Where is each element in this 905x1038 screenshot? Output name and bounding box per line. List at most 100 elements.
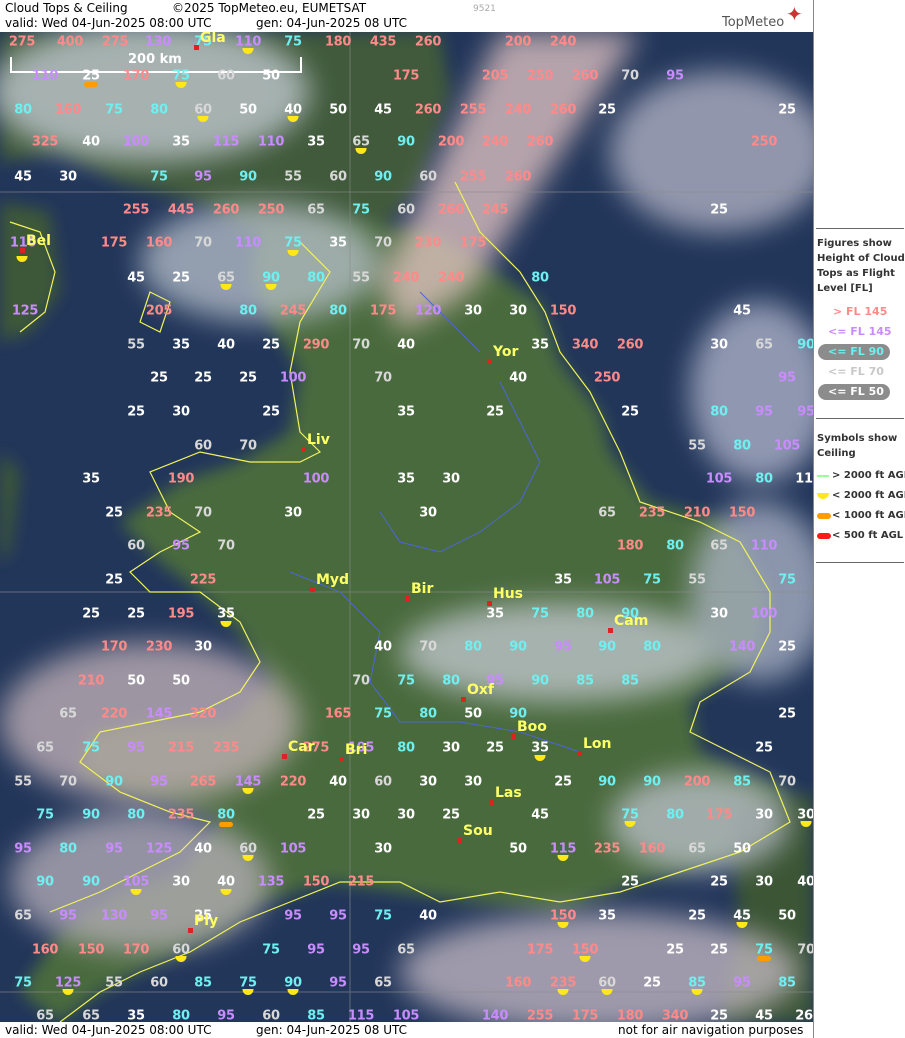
cloud-top-label: 85	[688, 975, 706, 991]
cloud-top-label: 30	[352, 807, 370, 823]
cloud-top-label: 90	[531, 673, 549, 689]
cloud-top-label: 60	[239, 841, 257, 857]
cloud-top-label: 80	[666, 538, 684, 554]
cloud-top-label: 25	[127, 404, 145, 420]
cloud-top-label: 50	[509, 841, 527, 857]
cloud-top-label: 40	[797, 874, 813, 890]
cloud-top-label: 70	[217, 538, 235, 554]
cloud-top-label: 30	[194, 639, 212, 655]
cloud-top-label: 85	[733, 774, 751, 790]
cloud-top-label: 135	[257, 874, 285, 890]
city-dot-icon	[20, 248, 25, 253]
cloud-top-label: 60	[127, 538, 145, 554]
cloud-top-label: 45	[733, 303, 751, 319]
cloud-top-label: 26	[795, 1008, 813, 1023]
cloud-top-label: 160	[54, 102, 82, 118]
satellite-map[interactable]: 200 km 275 400 275 130 75 110 75 180 435 260 200 24…	[0, 32, 813, 1022]
legend-ceiling-icon	[817, 475, 829, 477]
cloud-top-label: 255	[459, 169, 487, 185]
cloud-top-label: 180	[616, 1008, 644, 1023]
cloud-top-label: 75	[352, 202, 370, 218]
cloud-top-label: 260	[571, 68, 599, 84]
disclaimer: not for air navigation purposes	[618, 1023, 804, 1037]
cloud-top-label: 90	[82, 874, 100, 890]
city-dot-icon	[310, 587, 315, 592]
cloud-top-label: 90	[598, 639, 616, 655]
cloud-top-label: 75	[14, 975, 32, 991]
cloud-top-label: 255	[526, 1008, 554, 1023]
generated-time: gen: 04-Jun-2025 08 UTC	[256, 16, 408, 30]
cloud-top-label: 25	[643, 975, 661, 991]
cloud-top-label: 55	[14, 774, 32, 790]
cloud-top-label: 110	[750, 538, 778, 554]
cloud-top-label: 100	[122, 134, 150, 150]
legend-ceiling-label: < 1000 ft AGL	[832, 510, 905, 521]
cloud-top-label: 80	[531, 270, 549, 286]
cloud-top-label: 30	[59, 169, 77, 185]
cloud-top-label: 120	[414, 303, 442, 319]
cloud-top-label: 70	[352, 337, 370, 353]
cloud-top-label: 75	[397, 673, 415, 689]
cloud-top-label: 80	[150, 102, 168, 118]
city-label: Bel	[26, 233, 51, 249]
cloud-top-label: 95	[755, 404, 773, 420]
ceiling-below-1000-icon	[219, 822, 233, 827]
cloud-top-label: 245	[279, 303, 307, 319]
cloud-top-label: 95	[59, 908, 77, 924]
cloud-top-label: 25	[666, 942, 684, 958]
cloud-top-label: 55	[688, 572, 706, 588]
cloud-top-label: 55	[284, 169, 302, 185]
cloud-top-label: 25	[194, 370, 212, 386]
city-label: Cam	[614, 613, 649, 629]
legend-separator	[816, 418, 904, 419]
city-label: Oxf	[467, 682, 495, 698]
footer: valid: Wed 04-Jun-2025 08:00 UTC gen: 04…	[0, 1022, 813, 1038]
cloud-top-label: 195	[167, 606, 195, 622]
header: Cloud Tops & Ceiling ©2025 TopMeteo.eu, …	[0, 0, 813, 32]
city-label: Yor	[493, 344, 519, 360]
city-label: Lon	[583, 736, 612, 752]
legend-ceiling-icon	[817, 493, 829, 499]
cloud-top-label: 325	[31, 134, 59, 150]
cloud-top-label: 25	[105, 572, 123, 588]
cloud-top-label: 35	[598, 908, 616, 924]
cloud-top-label: 75	[284, 34, 302, 50]
cloud-top-label: 80	[464, 639, 482, 655]
cloud-top-label: 60	[374, 774, 392, 790]
cloud-top-label: 165	[324, 706, 352, 722]
cloud-top-label: 50	[464, 706, 482, 722]
cloud-top-label: 30	[464, 774, 482, 790]
cloud-top-label: 80	[217, 807, 235, 823]
valid-time: valid: Wed 04-Jun-2025 08:00 UTC	[5, 16, 212, 30]
cloud-top-label: 160	[638, 841, 666, 857]
cloud-top-label: 35	[307, 134, 325, 150]
cloud-top-label: 85	[778, 975, 796, 991]
cloud-top-label: 25	[442, 807, 460, 823]
cloud-top-label: 40	[217, 874, 235, 890]
cloud-top-label: 30	[419, 505, 437, 521]
cloud-top-label: 210	[77, 673, 105, 689]
cloud-top-label: 260	[437, 202, 465, 218]
cloud-top-label: 60	[598, 975, 616, 991]
cloud-top-label: 25	[486, 740, 504, 756]
cloud-top-label: 70	[59, 774, 77, 790]
city-dot-icon	[405, 596, 410, 601]
cloud-top-label: 125	[54, 975, 82, 991]
cloud-top-label: 200	[437, 134, 465, 150]
cloud-top-label: 35	[531, 337, 549, 353]
cloud-top-label: 85	[621, 673, 639, 689]
cloud-top-label: 250	[526, 68, 554, 84]
cloud-top-label: 35	[531, 740, 549, 756]
cloud-top-label: 145	[145, 706, 173, 722]
city-dot-icon	[194, 45, 199, 50]
scale-label: 200 km	[128, 52, 182, 67]
cloud-top-label: 250	[750, 134, 778, 150]
cloud-top-label: 90	[284, 975, 302, 991]
figures-legend-title: Figures show Height of Cloud Tops as Fli…	[817, 238, 905, 294]
cloud-top-label: 80	[755, 471, 773, 487]
cloud-top-label: 45	[531, 807, 549, 823]
cloud-top-label: 30	[755, 807, 773, 823]
cloud-top-label: 25	[82, 606, 100, 622]
cloud-top-label: 95	[14, 841, 32, 857]
cloud-top-label: 25	[688, 908, 706, 924]
